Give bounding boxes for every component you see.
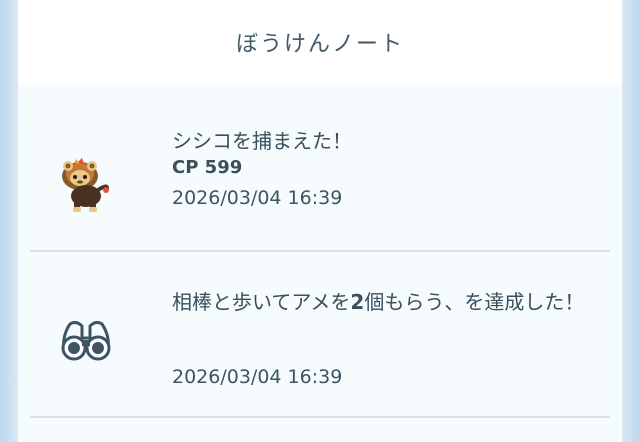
journal-entry-buddy-candy[interactable]: 相棒と歩いてアメを2個もらう、を達成した！ 2026/03/04 16:39 [18,252,622,416]
entry-title: シシコを捕まえた！ [172,129,352,153]
entry-text: 相棒と歩いてアメを2個もらう、を達成した！ 2026/03/04 16:39 [172,289,602,388]
entry-title-prefix: 相棒と歩いてアメを [172,290,351,314]
litleo-pokemon-icon [58,158,114,214]
entry-divider [30,416,610,418]
journal-entry-catch[interactable]: シシコを捕まえた！ CP 599 2026/03/04 16:39 [18,84,622,248]
journal-header: ぼうけんノート [18,0,622,85]
page-title: ぼうけんノート [235,32,404,57]
screen-frame: ぼうけんノート シシコを捕まえた！ CP 599 2026/03/04 16:3… [0,0,640,442]
entry-title-number: 2 [350,290,365,314]
entry-timestamp: 2026/03/04 16:39 [172,366,343,388]
entry-title: 相棒と歩いてアメを2個もらう、を達成した！ [172,289,602,315]
entry-text: シシコを捕まえた！ CP 599 2026/03/04 16:39 [172,128,602,212]
journal-panel: ぼうけんノート シシコを捕まえた！ CP 599 2026/03/04 16:3… [18,0,622,442]
entry-timestamp: 2026/03/04 16:39 [172,187,343,209]
entry-cp: CP 599 [172,157,243,178]
entry-title-suffix: 個もらう、を達成した！ [364,290,585,314]
binoculars-icon [58,310,114,366]
